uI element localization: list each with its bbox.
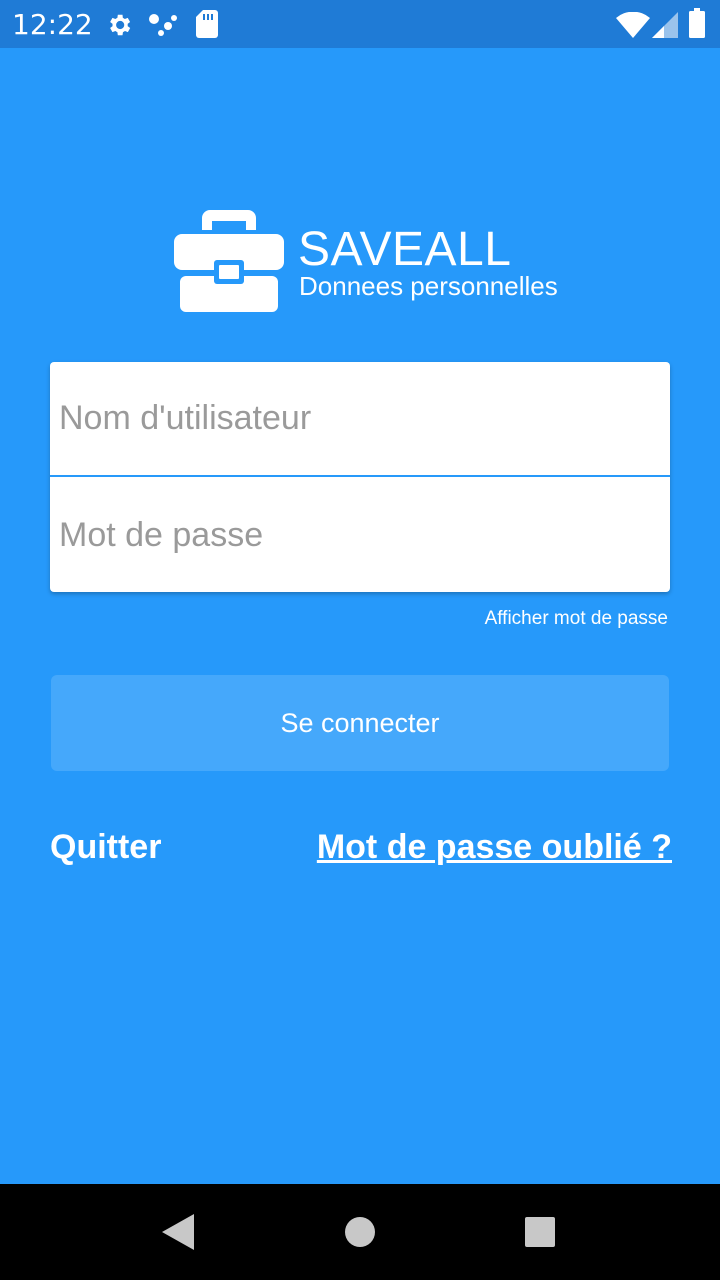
navigation-bar	[0, 1184, 720, 1280]
recents-icon[interactable]	[524, 1216, 556, 1248]
status-bar: 12:22	[0, 0, 720, 48]
back-icon[interactable]	[162, 1214, 194, 1250]
signal-icon	[652, 12, 678, 38]
login-form	[50, 362, 670, 593]
battery-icon	[689, 8, 705, 38]
status-time: 12:22	[12, 8, 93, 41]
sd-card-icon	[196, 10, 218, 38]
quit-button[interactable]: Quitter	[50, 828, 161, 867]
show-password-toggle[interactable]: Afficher mot de passe	[485, 608, 668, 630]
login-screen: 12:22 SAVEALL Donnees personnelles Nom d…	[0, 0, 720, 1280]
notification-dots-icon	[149, 14, 177, 36]
briefcase-icon	[174, 210, 284, 312]
forgot-password-link[interactable]: Mot de passe oublié ?	[317, 828, 672, 867]
wifi-icon	[616, 12, 650, 38]
settings-icon	[110, 14, 131, 36]
username-field[interactable]	[50, 362, 670, 477]
login-button[interactable]: Se connecter	[51, 675, 669, 771]
password-field[interactable]	[50, 478, 670, 593]
app-subtitle: Donnees personnelles	[299, 271, 558, 301]
home-icon[interactable]	[344, 1216, 376, 1248]
